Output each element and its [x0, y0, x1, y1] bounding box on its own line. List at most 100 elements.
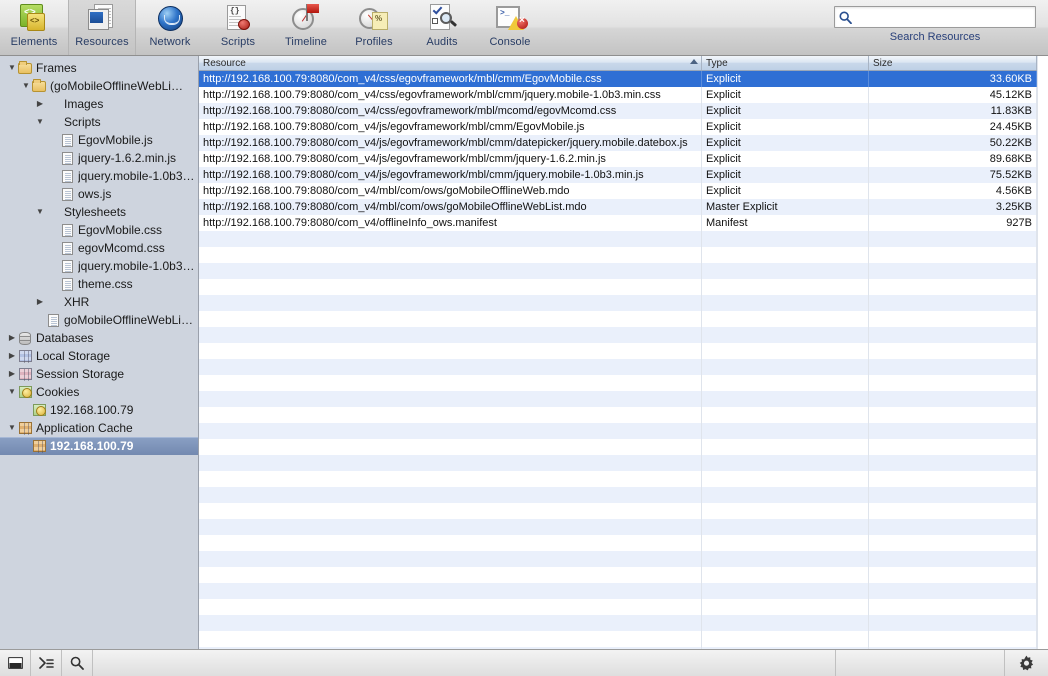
table-row-empty	[199, 327, 1048, 343]
table-row[interactable]: http://192.168.100.79:8080/com_v4/css/eg…	[199, 87, 1048, 103]
sidebar-item-frames[interactable]: ▼Frames	[0, 59, 198, 77]
panel-tab-network[interactable]: Network	[136, 0, 204, 55]
table-row[interactable]: http://192.168.100.79:8080/com_v4/offlin…	[199, 215, 1048, 231]
table-row[interactable]: http://192.168.100.79:8080/com_v4/css/eg…	[199, 71, 1048, 87]
sidebar-item-application-cache[interactable]: ▼ Application Cache	[0, 419, 198, 437]
disclosure-open-icon[interactable]: ▼	[6, 388, 18, 396]
dock-console-button[interactable]	[0, 650, 31, 676]
table-row[interactable]: http://192.168.100.79:8080/com_v4/js/ego…	[199, 167, 1048, 183]
cell-size: 927B	[869, 215, 1037, 231]
cell-resource	[199, 295, 702, 311]
disclosure-open-icon[interactable]: ▼	[6, 424, 18, 432]
sidebar-item-session-storage[interactable]: ▶Session Storage	[0, 365, 198, 383]
panel-tab-profiles[interactable]: Profiles	[340, 0, 408, 55]
sidebar-item-images[interactable]: ▶Images	[0, 95, 198, 113]
sidebar-item-scripts[interactable]: ▼Scripts	[0, 113, 198, 131]
sidebar-item-databases[interactable]: ▶Databases	[0, 329, 198, 347]
sidebar-item-ows-js[interactable]: ows.js	[0, 185, 198, 203]
clear-console-button[interactable]	[31, 650, 62, 676]
sidebar-item-192-168-100-79[interactable]: 192.168.100.79	[0, 401, 198, 419]
cell-resource	[199, 407, 702, 423]
table-row-empty	[199, 247, 1048, 263]
panel-tab-label: Scripts	[221, 36, 255, 48]
cell-size: 75.52KB	[869, 167, 1037, 183]
disclosure-open-icon[interactable]: ▼	[34, 208, 46, 216]
panel-tab-audits[interactable]: Audits	[408, 0, 476, 55]
sidebar-item-jquery-1-6-2-min-js[interactable]: jquery-1.6.2.min.js	[0, 149, 198, 167]
search-icon	[70, 656, 84, 670]
sidebar-item-gomobileofflinewebli[interactable]: ▼(goMobileOfflineWebLi…	[0, 77, 198, 95]
cell-resource	[199, 439, 702, 455]
panel-tab-scripts[interactable]: Scripts	[204, 0, 272, 55]
sidebar-item-cookies[interactable]: ▼Cookies	[0, 383, 198, 401]
grid-orange-icon	[18, 421, 33, 435]
table-row[interactable]: http://192.168.100.79:8080/com_v4/mbl/co…	[199, 183, 1048, 199]
sidebar-item-egovmcomd-css[interactable]: egovMcomd.css	[0, 239, 198, 257]
cell-size: 3.25KB	[869, 199, 1037, 215]
sidebar-item-jquery-mobile-1-0b3[interactable]: jquery.mobile-1.0b3…	[0, 167, 198, 185]
table-row[interactable]: http://192.168.100.79:8080/com_v4/js/ego…	[199, 135, 1048, 151]
table-row[interactable]: http://192.168.100.79:8080/com_v4/mbl/co…	[199, 199, 1048, 215]
table-row[interactable]: http://192.168.100.79:8080/com_v4/css/eg…	[199, 103, 1048, 119]
table-row[interactable]: http://192.168.100.79:8080/com_v4/js/ego…	[199, 151, 1048, 167]
cell-resource	[199, 631, 702, 647]
settings-button[interactable]	[1004, 650, 1048, 676]
search-box[interactable]	[834, 6, 1036, 28]
sidebar-item-label: Application Cache	[36, 421, 133, 435]
panel-tab-resources[interactable]: Resources	[68, 0, 136, 55]
disclosure-closed-icon[interactable]: ▶	[34, 298, 46, 306]
panel-tab-timeline[interactable]: Timeline	[272, 0, 340, 55]
cell-size	[869, 391, 1037, 407]
sidebar-item-egovmobile-css[interactable]: EgovMobile.css	[0, 221, 198, 239]
no-icon	[46, 97, 61, 111]
search-input[interactable]	[855, 8, 1035, 26]
column-header-type[interactable]: Type	[702, 56, 869, 70]
resources-sidebar[interactable]: ▼Frames▼(goMobileOfflineWebLi…▶Images▼Sc…	[0, 56, 199, 649]
sidebar-item-egovmobile-js[interactable]: EgovMobile.js	[0, 131, 198, 149]
panel-tab-console[interactable]: Console	[476, 0, 544, 55]
cell-resource	[199, 503, 702, 519]
sidebar-item-gomobileofflinewebli[interactable]: goMobileOfflineWebLi…	[0, 311, 198, 329]
status-bar-search-button[interactable]	[62, 650, 93, 676]
disclosure-closed-icon[interactable]: ▶	[6, 334, 18, 342]
disclosure-open-icon[interactable]: ▼	[6, 64, 18, 72]
cell-type	[702, 583, 869, 599]
grid-pink-icon	[18, 367, 33, 381]
panel-tab-label: Resources	[75, 36, 128, 48]
disclosure-open-icon[interactable]: ▼	[34, 118, 46, 126]
dock-console-icon	[8, 657, 23, 669]
disclosure-open-icon[interactable]: ▼	[20, 82, 32, 90]
panel-tab-label: Network	[149, 36, 190, 48]
column-header-size[interactable]: Size	[869, 56, 1037, 70]
cell-size	[869, 503, 1037, 519]
cell-type	[702, 279, 869, 295]
table-row[interactable]: http://192.168.100.79:8080/com_v4/js/ego…	[199, 119, 1048, 135]
sidebar-item-stylesheets[interactable]: ▼Stylesheets	[0, 203, 198, 221]
sidebar-item-label: EgovMobile.css	[78, 223, 162, 237]
sidebar-item-local-storage[interactable]: ▶Local Storage	[0, 347, 198, 365]
sidebar-item-theme-css[interactable]: theme.css	[0, 275, 198, 293]
table-row-empty	[199, 439, 1048, 455]
sidebar-item-xhr[interactable]: ▶XHR	[0, 293, 198, 311]
disclosure-closed-icon[interactable]: ▶	[34, 100, 46, 108]
audits-icon	[426, 3, 458, 35]
sidebar-item-label: egovMcomd.css	[78, 241, 165, 255]
column-header-size-label: Size	[873, 58, 892, 69]
sidebar-item-label: 192.168.100.79	[50, 439, 133, 453]
cell-size: 33.60KB	[869, 71, 1037, 87]
table-row-empty	[199, 343, 1048, 359]
document-icon	[60, 241, 75, 255]
console-icon	[494, 3, 526, 35]
sidebar-item-jquery-mobile-1-0b3[interactable]: jquery.mobile-1.0b3…	[0, 257, 198, 275]
cell-size	[869, 599, 1037, 615]
cell-size	[869, 263, 1037, 279]
sidebar-item-192-168-100-79[interactable]: 192.168.100.79	[0, 437, 198, 455]
disclosure-closed-icon[interactable]: ▶	[6, 370, 18, 378]
panel-tab-elements[interactable]: Elements	[0, 0, 68, 55]
disclosure-closed-icon[interactable]: ▶	[6, 352, 18, 360]
table-row-empty	[199, 311, 1048, 327]
table-row-empty	[199, 359, 1048, 375]
cell-resource	[199, 263, 702, 279]
document-icon	[60, 259, 75, 273]
column-header-resource[interactable]: Resource	[199, 56, 702, 70]
